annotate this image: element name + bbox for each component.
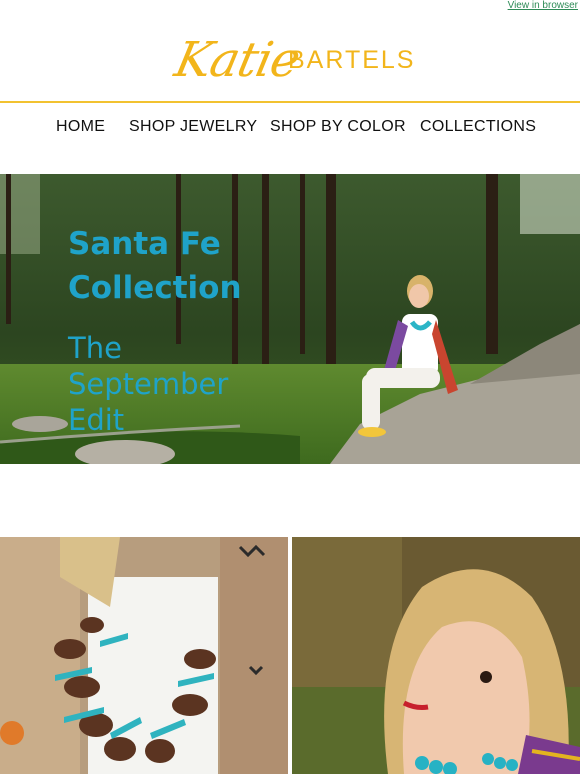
hero-subtitle: The September Edit xyxy=(68,331,229,437)
logo-brand: BARTELS xyxy=(288,46,416,74)
nav-home[interactable]: HOME xyxy=(56,118,105,136)
header-divider xyxy=(0,101,580,103)
logo-script: Katie xyxy=(170,32,305,88)
necklace-closeup-photo[interactable] xyxy=(0,537,288,774)
nav-shop-jewelry[interactable]: SHOP JEWELRY xyxy=(129,118,257,136)
brand-logo[interactable]: Katie BARTELS xyxy=(0,22,580,100)
hero-title-line1: Santa Fe xyxy=(68,226,221,262)
view-in-browser-link[interactable]: View in browser xyxy=(508,0,578,11)
hero-title-line2: Collection xyxy=(68,270,242,306)
nav-collections[interactable]: COLLECTIONS xyxy=(420,118,536,136)
hero-banner[interactable]: Santa Fe Collection The September Edit xyxy=(0,174,580,464)
top-bar: View in browser xyxy=(508,0,578,14)
nav-shop-by-color[interactable]: SHOP BY COLOR xyxy=(270,118,406,136)
model-portrait-photo[interactable] xyxy=(292,537,580,774)
